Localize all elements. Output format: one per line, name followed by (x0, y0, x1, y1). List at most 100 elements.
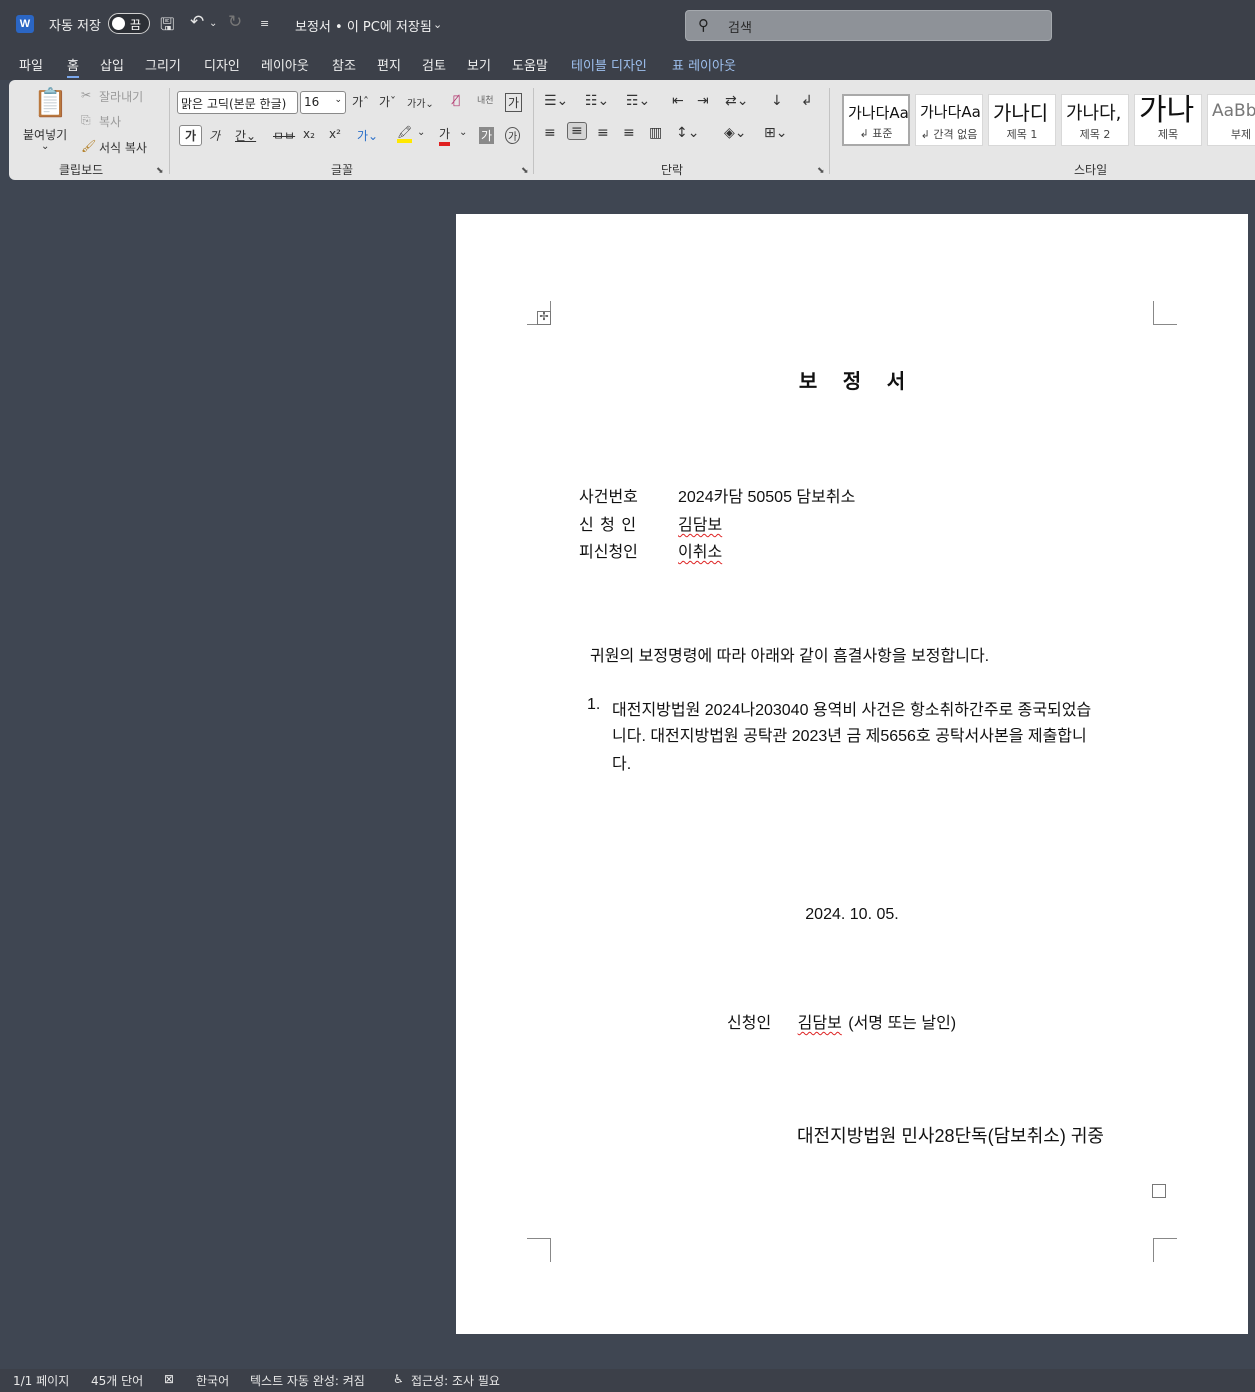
font-name-select[interactable]: 맑은 고딕(본문 한글) (177, 91, 298, 114)
tab-design[interactable]: 디자인 (204, 55, 240, 74)
shading-icon[interactable]: ◈⌄ (724, 125, 747, 141)
tab-layout[interactable]: 레이아웃 (261, 55, 309, 74)
style-name: ↲ 간격 없음 (920, 128, 978, 141)
style-name: 제목 1 (1006, 128, 1038, 141)
change-case-icon[interactable]: 가가⌄ (407, 95, 434, 110)
format-painter-button[interactable]: 서식 복사 (99, 139, 147, 156)
highlight-color-icon[interactable]: 🖍 (397, 125, 413, 143)
save-icon[interactable]: 🖫 (160, 12, 174, 41)
font-name-value: 맑은 고딕(본문 한글) (181, 97, 287, 111)
style-title[interactable]: 가나 제목 (1134, 94, 1202, 146)
style-preview: 가나다Aa (920, 103, 981, 121)
font-size-value: 16 (304, 95, 320, 109)
show-marks-icon[interactable]: ↲ (801, 93, 813, 109)
phonetic-guide-icon[interactable]: 내천 (477, 93, 494, 106)
chevron-down-icon: ⌄ (41, 141, 50, 152)
tab-view[interactable]: 보기 (467, 55, 491, 74)
accessibility-status[interactable]: 접근성: 조사 필요 (411, 1372, 500, 1389)
sort-icon[interactable]: ↓ (771, 93, 783, 109)
page-count[interactable]: 1/1 페이지 (13, 1372, 69, 1389)
redo-icon[interactable]: ↻ (228, 12, 242, 32)
decrease-indent-icon[interactable]: ⇤ (672, 93, 684, 109)
tab-draw[interactable]: 그리기 (145, 55, 181, 74)
chevron-down-icon[interactable]: ⌄ (433, 18, 442, 31)
document-page[interactable]: ✢ 보 정 서 사건번호 2024카담 50505 담보취소 신 청 인 김담보… (456, 214, 1248, 1334)
distributed-icon[interactable]: ▥ (649, 125, 662, 141)
chevron-down-icon: ⌄ (334, 95, 342, 105)
applicant-value: 김담보 (678, 517, 723, 534)
search-box[interactable]: ⚲ 검색 (685, 10, 1052, 41)
styles-group-label: 스타일 (1074, 163, 1108, 177)
margin-marker (527, 1238, 551, 1262)
character-border-icon[interactable]: 가 (505, 93, 523, 112)
align-left-icon[interactable]: ≡ (544, 125, 556, 141)
style-normal[interactable]: 가나다Aa ↲ 표준 (842, 94, 910, 146)
dialog-launcher-icon[interactable]: ⬊ (521, 166, 529, 176)
character-shading-icon[interactable]: 가 (479, 127, 495, 144)
superscript-button[interactable]: x² (329, 127, 341, 141)
tab-help[interactable]: 도움말 (512, 55, 548, 74)
borders-icon[interactable]: ⊞⌄ (764, 125, 787, 141)
search-icon: ⚲ (698, 16, 709, 34)
dialog-launcher-icon[interactable]: ⬊ (156, 166, 164, 176)
enclose-characters-icon[interactable]: 가 (505, 127, 521, 144)
align-center-icon[interactable]: ≡ (567, 122, 587, 140)
language-indicator[interactable]: 한국어 (196, 1372, 229, 1389)
grow-font-icon[interactable]: 가ˆ (352, 93, 369, 110)
dialog-launcher-icon[interactable]: ⬊ (817, 166, 825, 176)
tab-table-layout[interactable]: 표 레이아웃 (672, 55, 736, 74)
tab-insert[interactable]: 삽입 (100, 55, 124, 74)
undo-dropdown-icon[interactable]: ⌄ (209, 18, 217, 29)
autocomplete-status[interactable]: 텍스트 자동 완성: 켜짐 (250, 1372, 365, 1389)
style-name: ↲ 표준 (859, 127, 893, 140)
text-effects-icon[interactable]: 가⌄ (357, 127, 378, 144)
style-heading-2[interactable]: 가나다, 제목 2 (1061, 94, 1129, 146)
style-preview: 가나다, (1066, 103, 1122, 124)
cut-button[interactable]: 잘라내기 (99, 88, 143, 105)
underline-button[interactable]: 간⌄ (235, 127, 256, 144)
justify-icon[interactable]: ≡ (623, 125, 635, 141)
tab-home[interactable]: 홈 (67, 55, 79, 78)
tab-table-design[interactable]: 테이블 디자인 (571, 55, 647, 74)
respondent-value: 이취소 (678, 544, 723, 561)
increase-indent-icon[interactable]: ⇥ (697, 93, 709, 109)
group-divider (829, 88, 830, 174)
tab-review[interactable]: 검토 (422, 55, 446, 74)
table-move-handle-icon[interactable]: ✢ (537, 311, 551, 325)
subscript-button[interactable]: x₂ (303, 127, 315, 141)
clear-formatting-icon[interactable]: 가̸ (453, 93, 460, 107)
tab-references[interactable]: 참조 (332, 55, 356, 74)
word-app-icon: W (16, 15, 34, 33)
tab-file[interactable]: 파일 (19, 55, 43, 74)
proofing-icon[interactable]: ⊠ (164, 1372, 174, 1386)
italic-button[interactable]: 가 (209, 127, 220, 144)
font-color-icon[interactable]: 가 (439, 125, 451, 146)
word-count[interactable]: 45개 단어 (91, 1372, 143, 1389)
style-no-spacing[interactable]: 가나다Aa ↲ 간격 없음 (915, 94, 983, 146)
line-spacing-icon[interactable]: ↕⌄ (676, 125, 699, 141)
bold-button[interactable]: 가 (179, 125, 203, 146)
tab-mailings[interactable]: 편지 (377, 55, 401, 74)
text-direction-icon[interactable]: ⇄⌄ (725, 93, 748, 109)
end-of-cell-marker (1152, 1184, 1166, 1198)
paste-button[interactable]: 📋 붙여넣기 ⌄ (21, 86, 71, 156)
document-title[interactable]: 보정서 • 이 PC에 저장됨 (295, 16, 432, 35)
chevron-down-icon[interactable]: ⌄ (459, 127, 467, 138)
strikethrough-button[interactable]: ㅁㅂ (273, 127, 295, 144)
numbering-icon[interactable]: ☷⌄ (585, 93, 609, 109)
style-subtitle[interactable]: AaBb 부제 (1207, 94, 1255, 146)
align-right-icon[interactable]: ≡ (597, 125, 609, 141)
font-size-select[interactable]: 16 ⌄ (300, 91, 346, 114)
undo-icon[interactable]: ↶ (190, 12, 204, 32)
style-heading-1[interactable]: 가나디 제목 1 (988, 94, 1056, 146)
autosave-state: 끔 (130, 18, 142, 32)
autosave-toggle[interactable]: 끔 (108, 13, 150, 34)
bullets-icon[interactable]: ☰⌄ (544, 93, 568, 109)
search-input[interactable]: 검색 (728, 17, 752, 36)
multilevel-list-icon[interactable]: ☶⌄ (626, 93, 650, 109)
accessibility-icon[interactable]: ♿ (393, 1372, 404, 1386)
customize-toolbar-icon[interactable]: ≡ (260, 17, 269, 30)
copy-button[interactable]: 복사 (99, 113, 121, 130)
shrink-font-icon[interactable]: 가ˇ (379, 93, 396, 110)
chevron-down-icon[interactable]: ⌄ (417, 127, 425, 138)
